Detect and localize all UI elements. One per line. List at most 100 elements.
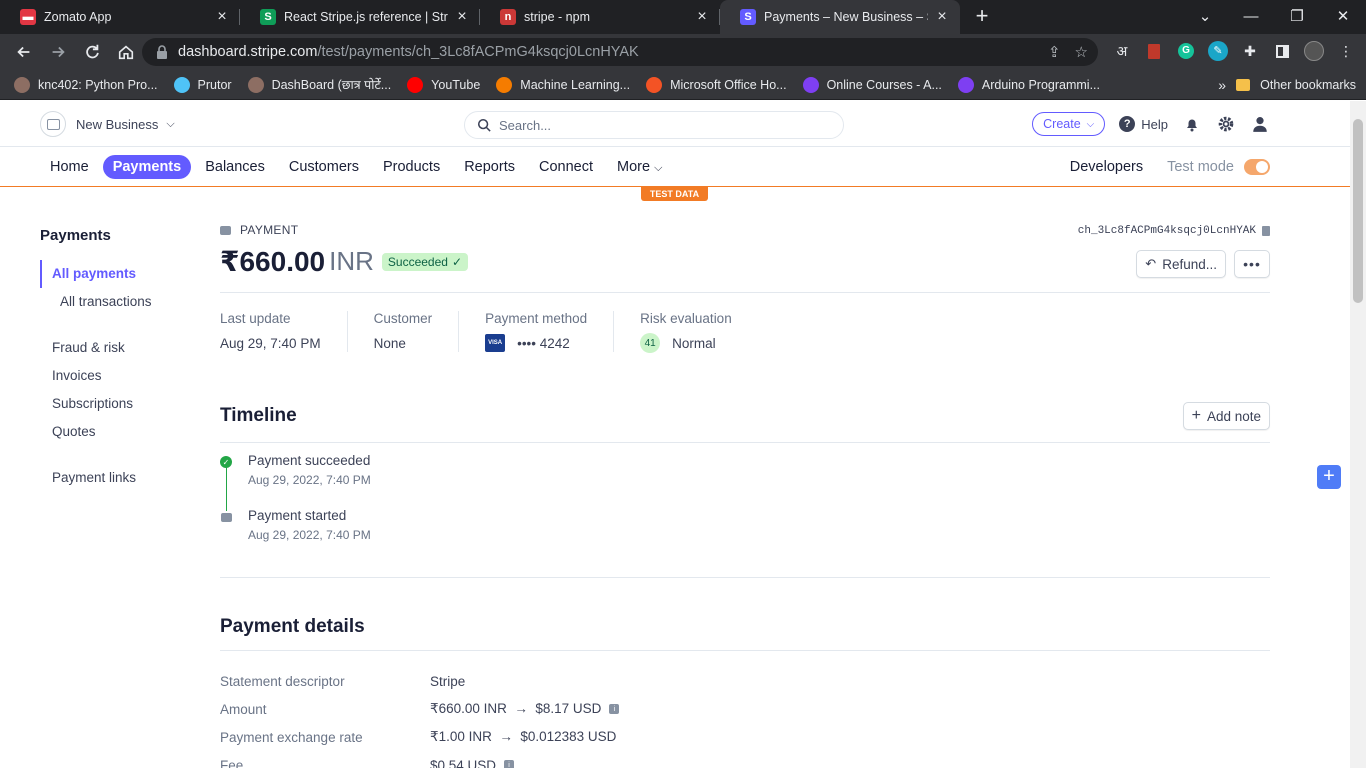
detail-key: Payment exchange rate [220,729,363,745]
minimize-button[interactable]: — [1228,0,1274,32]
scrollbar-thumb[interactable] [1353,119,1363,303]
bookmark-favicon-icon [957,76,974,93]
user-icon[interactable] [1250,114,1270,134]
bookmark-label: YouTube [431,77,481,92]
sidebar-item-payment-links[interactable]: Payment links [40,464,190,492]
bookmark-item[interactable]: Prutor [173,76,232,93]
nav-item-customers[interactable]: Customers [279,155,369,179]
nav-item-balances[interactable]: Balances [195,155,275,179]
puzzle-icon[interactable]: ✚ [1240,41,1260,61]
page-scrollbar[interactable] [1350,101,1366,768]
forward-button[interactable] [42,36,74,68]
sidebar-item-invoices[interactable]: Invoices [40,362,190,390]
search-input[interactable]: Search... [464,111,844,139]
nav-label: Payments [112,159,182,175]
test-data-banner: TEST DATA [641,187,708,201]
sidebar-item-all-payments[interactable]: All payments [40,260,190,288]
bookmark-item[interactable]: YouTube [407,76,481,93]
restore-button[interactable]: ❐ [1274,0,1320,32]
sidebar-item-subscriptions[interactable]: Subscriptions [40,390,190,418]
account-name: New Business [76,116,159,132]
bookmark-item[interactable]: knc402: Python Pro... [14,76,158,93]
nav-item-payments[interactable]: Payments [102,155,192,179]
sidebar-item-fraud-risk[interactable]: Fraud & risk [40,334,190,362]
close-tab-icon[interactable]: × [454,9,470,25]
bookmark-label: DashBoard (छात्र पोर्टे... [271,78,392,92]
bookmark-item[interactable]: DashBoard (छात्र पोर्टे... [247,76,392,93]
sidebar-item-all-transactions[interactable]: All transactions [40,288,190,316]
browser-tab[interactable]: ▬ Zomato App × [0,0,240,34]
close-tab-icon[interactable]: × [694,9,710,25]
copy-icon[interactable] [1262,226,1270,236]
bookmark-item[interactable]: Arduino Programmi... [957,76,1100,93]
detail-value: ₹1.00 INR → $0.012383 USD [430,729,617,744]
back-button[interactable] [8,36,40,68]
bookmarks-overflow-button[interactable]: » [1218,77,1226,93]
gear-icon[interactable] [1216,114,1236,134]
summary-payment-method: Payment method VISA •••• 4242 [485,311,615,352]
close-tab-icon[interactable]: × [934,9,950,25]
bookmark-favicon-icon [173,76,190,93]
chevron-down-icon[interactable]: ⌄ [1182,0,1228,32]
floating-add-button[interactable]: + [1317,465,1341,489]
detail-row: Statement descriptor Stripe [220,667,1270,695]
close-tab-icon[interactable]: × [214,9,230,25]
book-extension-icon[interactable] [1144,41,1164,61]
bell-icon[interactable] [1182,114,1202,134]
info-icon[interactable]: i [609,704,620,714]
timeline: ✓ Payment succeeded Aug 29, 2022, 7:40 P… [220,443,1270,578]
browser-tab[interactable]: S Payments – New Business – Strip × [720,0,960,34]
pen-extension-icon[interactable]: ✎ [1208,41,1228,61]
grammarly-icon[interactable]: G [1176,41,1196,61]
create-label: Create [1043,117,1081,131]
favicon-icon: ▬ [20,9,36,25]
charge-id[interactable]: ch_3Lc8fACPmG4ksqcj0LcnHYAK [1078,225,1270,237]
payment-label-text: PAYMENT [240,223,299,237]
refund-button[interactable]: ↶ Refund... [1136,250,1226,278]
event-time: Aug 29, 2022, 7:40 PM [248,528,371,542]
nav-item-reports[interactable]: Reports [454,155,525,179]
more-actions-button[interactable]: ••• [1234,250,1270,278]
bookmark-item[interactable]: Online Courses - A... [802,76,942,93]
sidebar-item-quotes[interactable]: Quotes [40,418,190,446]
address-bar[interactable]: dashboard.stripe.com/test/payments/ch_3L… [142,38,1098,66]
reload-button[interactable] [76,36,108,68]
bookmark-item[interactable]: Machine Learning... [496,76,630,93]
browser-tab[interactable]: n stripe - npm × [480,0,720,34]
bookmarks-bar: knc402: Python Pro... Prutor DashBoard (छा… [0,70,1366,100]
status-text: Succeeded [387,254,448,269]
visa-card-icon: VISA [485,334,506,352]
new-tab-button[interactable]: + [968,3,996,31]
account-switcher[interactable]: New Business ⌵ [40,111,175,137]
home-button[interactable] [110,36,142,68]
wallet-icon [220,511,232,523]
test-mode-toggle[interactable]: Test mode [1167,159,1270,175]
bookmark-label: Microsoft Office Ho... [670,77,787,92]
bookmark-item[interactable]: Microsoft Office Ho... [646,76,787,93]
bookmark-star-icon[interactable]: ☆ [1075,43,1088,61]
search-placeholder: Search... [499,117,552,133]
nav-item-products[interactable]: Products [373,155,450,179]
add-note-button[interactable]: + Add note [1182,402,1270,430]
other-bookmarks[interactable]: Other bookmarks [1236,78,1356,92]
close-window-button[interactable]: ✕ [1320,0,1366,32]
nav-item-connect[interactable]: Connect [529,155,603,179]
nav-item-more[interactable]: More ⌵ [607,155,672,179]
side-panel-icon[interactable] [1272,41,1292,61]
favicon-icon: S [260,9,276,25]
chevron-down-icon: ⌵ [166,117,175,130]
ellipsis-icon: ••• [1243,256,1261,272]
browser-tab[interactable]: S React Stripe.js reference | Stripe D × [240,0,480,34]
share-icon[interactable]: ⇪ [1048,43,1061,61]
translate-icon[interactable]: अ [1112,41,1132,61]
create-button[interactable]: Create ⌵ [1032,112,1106,136]
profile-avatar[interactable] [1304,41,1324,61]
help-button[interactable]: ? Help [1119,116,1168,132]
menu-kebab-icon[interactable]: ⋮ [1336,41,1356,61]
developers-link[interactable]: Developers [1070,159,1143,175]
nav-item-home[interactable]: Home [40,155,99,179]
add-note-label: Add note [1206,408,1261,424]
info-icon[interactable]: i [504,760,515,768]
tab-title: stripe - npm [524,10,590,24]
chevron-down-icon: ⌵ [654,162,663,174]
